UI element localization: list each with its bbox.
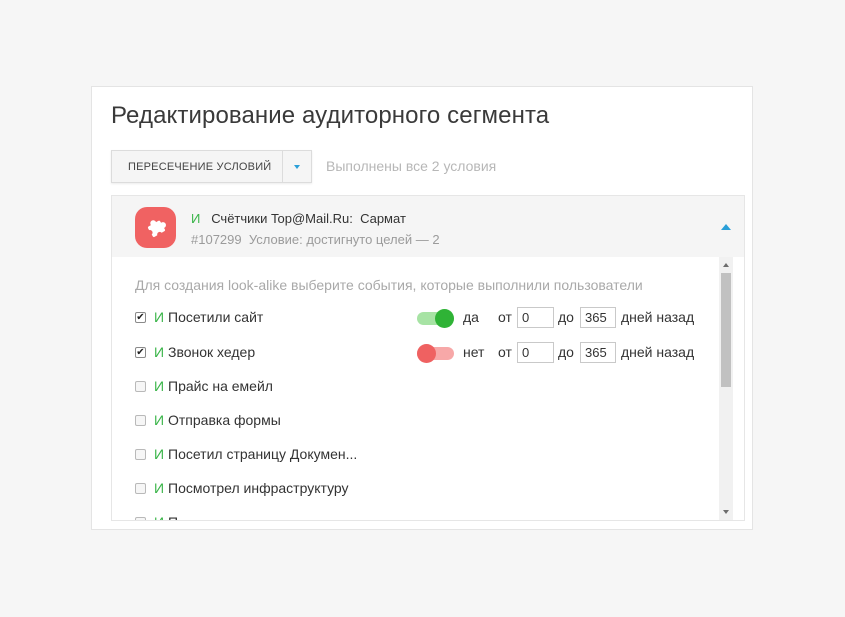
- event-label: Отправка формы: [168, 412, 281, 428]
- event-checkbox[interactable]: [135, 381, 146, 392]
- and-label: И: [154, 480, 165, 496]
- toggle-knob: [417, 344, 436, 363]
- event-row: И Посетил страницу Докумен...: [135, 444, 715, 468]
- event-checkbox[interactable]: [135, 517, 146, 520]
- counter-card: И Счётчики Top@Mail.Ru: Сармат #107299 У…: [111, 195, 745, 521]
- event-checkbox[interactable]: ✔: [135, 347, 146, 358]
- segment-editor-panel: Редактирование аудиторного сегмента ПЕРЕ…: [91, 86, 753, 530]
- days-to-input[interactable]: [580, 342, 616, 363]
- event-row: И Отправка формы: [135, 410, 715, 434]
- caret-down-icon[interactable]: [283, 164, 311, 169]
- and-label: И: [154, 514, 164, 520]
- event-checkbox[interactable]: ✔: [135, 312, 146, 323]
- days-ago-label: дней назад: [621, 309, 695, 325]
- event-label: Посетил страницу Докумен...: [168, 446, 358, 462]
- event-label: Посмотрел инфраструктуру: [168, 480, 349, 496]
- counter-name: Сармат: [360, 211, 406, 226]
- toggle-knob: [435, 309, 454, 328]
- condition-mode-dropdown[interactable]: ПЕРЕСЕЧЕНИЕ УСЛОВИЙ: [111, 150, 312, 183]
- event-checkbox[interactable]: [135, 415, 146, 426]
- scroll-up-arrow-icon[interactable]: [723, 263, 729, 267]
- and-label: И: [154, 412, 165, 428]
- from-label: от: [498, 309, 512, 325]
- lookalike-hint: Для создания look-alike выберите события…: [135, 277, 643, 293]
- event-label: П: [168, 514, 178, 520]
- event-row: И П: [135, 512, 715, 520]
- scrollbar-thumb[interactable]: [721, 273, 731, 387]
- event-label: Посетили сайт: [168, 309, 264, 325]
- events-scrollbar[interactable]: [719, 257, 733, 520]
- page-title: Редактирование аудиторного сегмента: [111, 102, 550, 129]
- counter-card-header[interactable]: И Счётчики Top@Mail.Ru: Сармат #107299 У…: [112, 196, 744, 257]
- days-from-input[interactable]: [517, 307, 554, 328]
- events-list-area: Для создания look-alike выберите события…: [112, 257, 744, 520]
- and-label: И: [154, 446, 165, 462]
- event-row: И Прайс на емейл: [135, 376, 715, 400]
- to-label: до: [558, 344, 574, 360]
- collapse-caret-icon[interactable]: [721, 224, 731, 230]
- dropdown-label: ПЕРЕСЕЧЕНИЕ УСЛОВИЙ: [128, 160, 272, 173]
- counter-source: Счётчики Top@Mail.Ru:: [211, 211, 353, 226]
- event-row: ✔ И Посетили сайт да от до дней назад: [135, 307, 715, 331]
- event-row: И Посмотрел инфраструктуру: [135, 478, 715, 502]
- event-label: Прайс на емейл: [168, 378, 273, 394]
- counter-condition: Условие: достигнуто целей — 2: [248, 232, 440, 247]
- event-toggle[interactable]: [417, 309, 454, 328]
- and-label: И: [154, 378, 165, 394]
- to-label: до: [558, 309, 574, 325]
- toggle-state-label: да: [463, 309, 479, 325]
- puzzle-icon: [135, 207, 176, 248]
- counter-title-line: И Счётчики Top@Mail.Ru: Сармат: [191, 211, 406, 226]
- scroll-down-arrow-icon[interactable]: [723, 510, 729, 514]
- event-toggle[interactable]: [417, 344, 454, 363]
- event-label: Звонок хедер: [168, 344, 256, 360]
- days-ago-label: дней назад: [621, 344, 695, 360]
- days-to-input[interactable]: [580, 307, 616, 328]
- days-from-input[interactable]: [517, 342, 554, 363]
- from-label: от: [498, 344, 512, 360]
- event-checkbox[interactable]: [135, 449, 146, 460]
- counter-id: #107299: [191, 232, 242, 247]
- toggle-state-label: нет: [463, 344, 485, 360]
- event-checkbox[interactable]: [135, 483, 146, 494]
- conditions-status: Выполнены все 2 условия: [326, 158, 497, 174]
- event-row: ✔ И Звонок хедер нет от до дней назад: [135, 342, 715, 366]
- and-label: И: [154, 344, 165, 360]
- counter-details-line: #107299 Условие: достигнуто целей — 2: [191, 232, 440, 247]
- and-label: И: [191, 211, 201, 226]
- and-label: И: [154, 309, 165, 325]
